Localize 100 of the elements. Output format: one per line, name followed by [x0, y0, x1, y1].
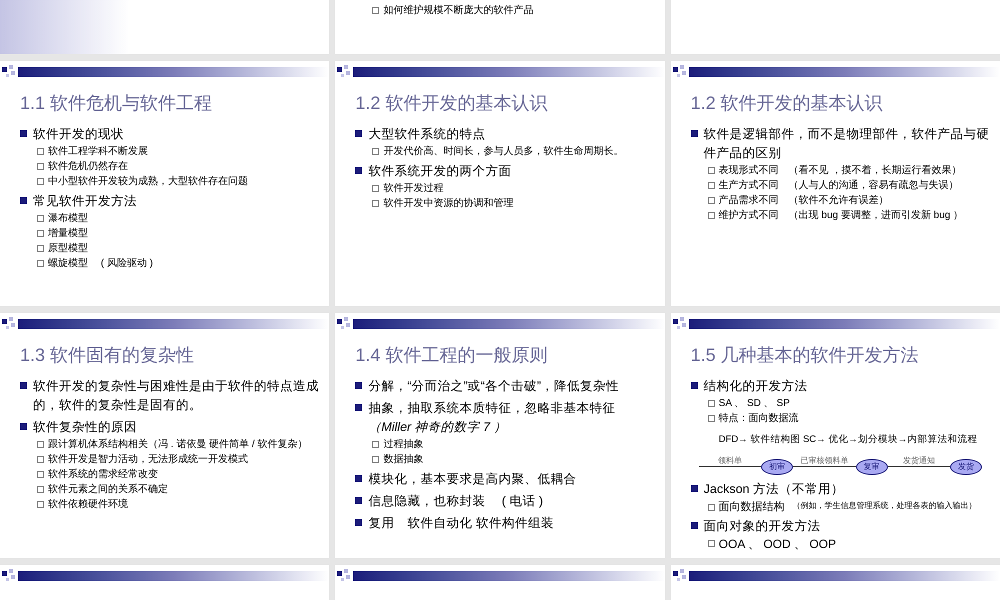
bullet-text: Jackson 方法（不常用） [704, 481, 844, 498]
item-text: 中小型软件开发较为成熟，大型软件存在问题 [48, 175, 248, 189]
bullet-icon [355, 519, 362, 526]
process-node: 复审 [856, 459, 888, 475]
item-text: 软件系统的需求经常改变 [48, 468, 158, 482]
item-text: 增量模型 [48, 227, 88, 241]
checkbox-icon [708, 415, 715, 422]
bullet-icon [690, 130, 698, 137]
note-text: （例如，学生信息管理系统，处理各表的输入输出） [792, 501, 977, 511]
bullet-icon [355, 475, 362, 482]
checkbox-icon [708, 400, 715, 407]
bullet-text: 软件是逻辑部件，而不是物理部件，软件产品与硬件产品的区别 [704, 126, 991, 162]
item-text: 面向数据结构 [718, 501, 785, 514]
bullet-text: 模块化，基本要求是高内聚、低耦合 [368, 471, 576, 488]
connector-line [698, 466, 762, 467]
slide-title: 1.4 软件工程的一般原则 [355, 344, 548, 366]
item-text: 软件危机仍然存在 [48, 160, 128, 174]
item-text: 原型模型 [48, 242, 88, 256]
connector-line [793, 466, 856, 467]
item-text: 软件工程学科不断发展 [48, 145, 148, 159]
item-text: 过程抽象 [383, 438, 424, 452]
bullet-icon [20, 130, 27, 137]
bullet-icon [690, 382, 698, 389]
checkbox-icon [372, 185, 380, 192]
flow-label: 已审核领料单 [800, 456, 848, 466]
item-text: 产品需求不同 （软件不允许有误差） [718, 194, 889, 208]
slide-title: 1.5 几种基本的软件开发方法 [690, 344, 920, 366]
bullet-text: 分解，“分而治之”或“各个击破”，降低复杂性 [368, 378, 619, 395]
bullet-icon [20, 382, 27, 389]
item-text: 软件开发过程 [383, 182, 444, 196]
item-text: 维护方式不同 （出现 bug 要调整，进而引发新 bug ） [718, 209, 964, 223]
process-node: 发货 [950, 459, 982, 475]
flow-text: DFD→ 软件结构图 SC→ 优化→划分模块→内部算法和流程 [718, 434, 978, 445]
item-text: SA 、 SD 、 SP [718, 397, 790, 411]
slide-title: 1.3 软件固有的复杂性 [20, 344, 196, 366]
item-text: 瀑布模型 [48, 212, 88, 226]
bullet-text: 软件复杂性的原因 [33, 419, 137, 436]
bullet-icon [355, 497, 362, 504]
bullet-text: 软件系统开发的两个方面 [368, 163, 512, 180]
item-text: 软件元素之间的关系不确定 [48, 483, 168, 497]
checkbox-icon [37, 148, 44, 155]
bullet-text: 复用 软件自动化 软件构件组装 [368, 515, 554, 532]
bullet-icon [690, 522, 698, 529]
checkbox-icon [708, 197, 715, 204]
item-text: 开发代价高、时间长，参与人员多，软件生命周期长。 [383, 145, 624, 159]
slide-title: 1.2 软件开发的基本认识 [690, 92, 884, 114]
checkbox-icon [37, 486, 44, 493]
checkbox-icon [372, 148, 380, 155]
item-text: 软件依赖硬件环境 [48, 498, 128, 512]
bullet-icon [355, 404, 362, 411]
process-node: 初审 [761, 459, 794, 475]
corner-squares-icon [0, 317, 18, 331]
checkbox-icon [37, 501, 44, 508]
bullet-icon [355, 382, 362, 389]
checkbox-icon [708, 504, 715, 511]
bullet-text: 软件开发的现状 [33, 126, 124, 143]
slide-title: 1.2 软件开发的基本认识 [355, 92, 548, 114]
flow-label: 领料单 [718, 456, 742, 466]
item-text: OOA 、 OOD 、 OOP [718, 537, 836, 552]
item-text: 软件开发是智力活动，无法形成统一开发模式 [48, 453, 248, 467]
checkbox-icon [372, 200, 380, 207]
checkbox-icon [37, 471, 44, 478]
checkbox-icon [372, 7, 380, 14]
bullet-icon [690, 485, 698, 492]
item-text: 跟计算机体系结构相关（冯 . 诺依曼 硬件简单 / 软件复杂） [48, 438, 308, 452]
flow-label: 发货通知 [902, 456, 935, 466]
bullet-text: 软件开发的复杂性与困难性是由于软件的特点造成的，软件的复杂性是固有的。 [33, 378, 320, 414]
checkbox-icon [37, 456, 44, 463]
checkbox-icon [37, 163, 44, 170]
bullet-text: 大型软件系统的特点 [368, 126, 486, 143]
checkbox-icon [37, 230, 44, 237]
corner-squares-icon [0, 65, 18, 79]
checkbox-icon [708, 540, 715, 547]
bullet-icon [355, 130, 362, 137]
checkbox-icon [37, 215, 44, 222]
checkbox-icon [708, 167, 715, 174]
checkbox-icon [37, 441, 44, 448]
bullet-text: 结构化的开发方法 [704, 378, 808, 395]
bullet-text: 面向对象的开发方法 [704, 518, 821, 535]
slide-title: 1.1 软件危机与软件工程 [20, 92, 214, 114]
bullet-text: 常见软件开发方法 [33, 193, 137, 210]
checkbox-icon [37, 260, 44, 267]
item-text: 表现形式不同 （看不见 ，摸不着，长期运行看效果） [718, 164, 962, 178]
item-text: 螺旋模型 ( 风险驱动 ) [48, 257, 153, 271]
checkbox-icon [708, 212, 715, 219]
bullet-icon [355, 167, 362, 174]
checkbox-icon [708, 182, 715, 189]
item-text: 数据抽象 [383, 453, 424, 467]
item-text: 生产方式不同 （人与人的沟通，容易有疏忽与失误） [718, 179, 959, 193]
bullet-icon [20, 423, 27, 430]
item-text: 软件开发中资源的协调和管理 [383, 197, 514, 211]
checkbox-icon [37, 245, 44, 252]
bullet-text: 抽象，抽取系统本质特征，忽略非基本特征 （Miller 神奇的数字 7 ） [368, 400, 616, 436]
bullet-icon [20, 197, 27, 204]
checkbox-icon [37, 178, 44, 185]
corner-squares-icon [0, 569, 18, 583]
connector-line [888, 466, 950, 467]
item-text: 特点：面向数据流 [718, 412, 799, 426]
bullet-text: 信息隐藏，也称封装 ( 电话 ) [368, 493, 544, 510]
checkbox-icon [372, 441, 380, 448]
